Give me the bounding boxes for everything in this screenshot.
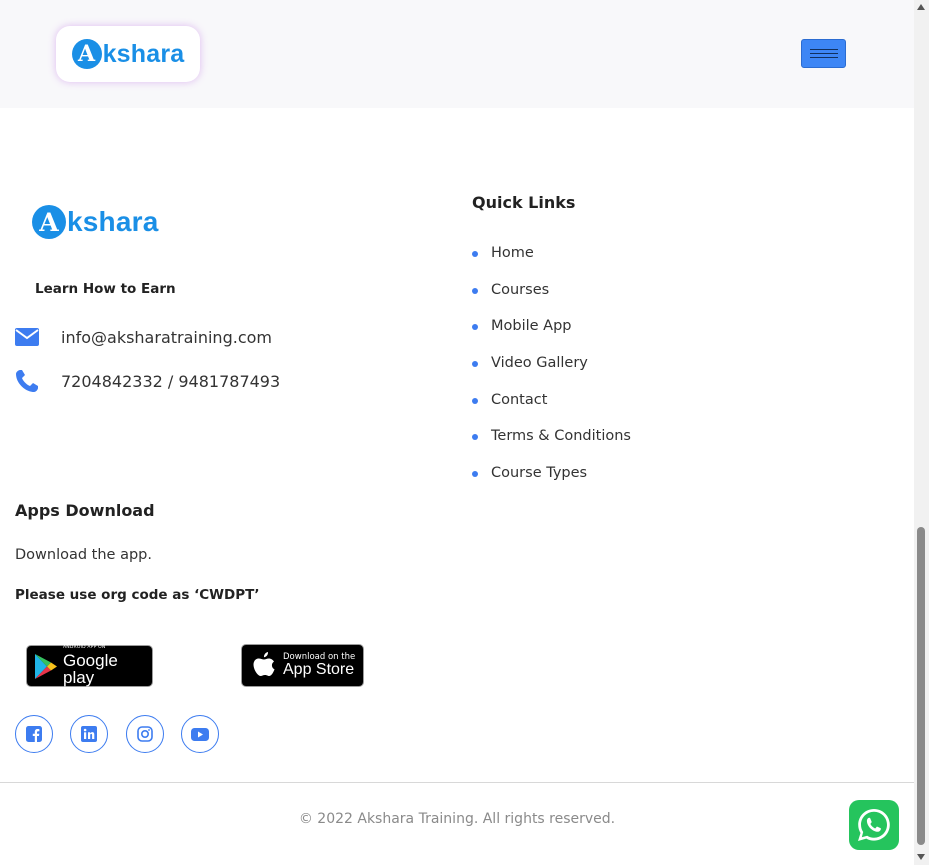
site-header: A kshara: [0, 0, 914, 108]
apps-download-description: Download the app.: [15, 547, 152, 563]
org-code-note: Please use org code as ‘CWDPT’: [15, 587, 260, 603]
phone-row: 7204842332 / 9481787493: [15, 369, 280, 393]
contact-email-link[interactable]: info@aksharatraining.com: [61, 328, 272, 347]
instagram-button[interactable]: [126, 715, 164, 753]
google-play-small-text: ANDROID APP ON: [63, 644, 106, 650]
google-play-icon: [34, 653, 58, 680]
envelope-icon: [15, 325, 39, 349]
quick-link-item[interactable]: Terms & Conditions: [472, 421, 631, 458]
quick-link-item[interactable]: Video Gallery: [472, 348, 631, 385]
google-play-button[interactable]: ANDROID APP ON Google play: [26, 645, 153, 687]
bullet-icon: [472, 324, 478, 331]
hamburger-menu-button[interactable]: [801, 39, 846, 68]
footer-divider: [0, 782, 914, 783]
footer-logo[interactable]: A kshara: [32, 205, 159, 239]
page-scrollbar[interactable]: [914, 0, 929, 865]
apple-icon: [252, 651, 276, 680]
youtube-icon: [191, 727, 209, 741]
linkedin-icon: [81, 726, 97, 742]
logo-letter: A: [32, 205, 66, 239]
scroll-down-arrow-icon[interactable]: [917, 854, 925, 860]
apps-download-title: Apps Download: [15, 501, 155, 520]
whatsapp-icon: [855, 806, 893, 844]
contact-phone-link[interactable]: 7204842332 / 9481787493: [61, 372, 280, 391]
scroll-up-arrow-icon[interactable]: [917, 4, 925, 10]
email-row: info@aksharatraining.com: [15, 325, 272, 349]
logo-text: kshara: [67, 206, 159, 237]
youtube-button[interactable]: [181, 715, 219, 753]
quick-link-item[interactable]: Home: [472, 238, 631, 275]
linkedin-button[interactable]: [70, 715, 108, 753]
bullet-icon: [472, 397, 478, 404]
quick-link-item[interactable]: Course Types: [472, 458, 631, 495]
app-store-big-text: App Store: [283, 661, 355, 679]
quick-link-item[interactable]: Contact: [472, 384, 631, 421]
app-store-button[interactable]: Download on the App Store: [241, 644, 364, 687]
google-play-big-text: Google play: [63, 651, 118, 688]
app-store-small-text: Download on the: [283, 651, 356, 662]
scrollbar-thumb[interactable]: [917, 527, 925, 845]
phone-icon: [15, 369, 39, 393]
quick-link-item[interactable]: Mobile App: [472, 311, 631, 348]
bullet-icon: [472, 251, 478, 258]
header-logo[interactable]: A kshara: [56, 26, 200, 82]
facebook-button[interactable]: [15, 715, 53, 753]
quick-links-title: Quick Links: [472, 193, 576, 212]
logo-letter: A: [71, 39, 102, 69]
copyright-text: © 2022 Akshara Training. All rights rese…: [298, 811, 616, 827]
quick-links-list: Home Courses Mobile App Video Gallery Co…: [472, 238, 631, 494]
instagram-icon: [137, 726, 153, 742]
facebook-icon: [26, 726, 42, 742]
whatsapp-chat-button[interactable]: [849, 800, 899, 850]
quick-link-item[interactable]: Courses: [472, 275, 631, 312]
tagline: Learn How to Earn: [35, 281, 176, 297]
bullet-icon: [472, 287, 478, 294]
logo-text: kshara: [102, 39, 185, 68]
hamburger-menu-icon: [809, 49, 838, 50]
bullet-icon: [472, 361, 478, 368]
bullet-icon: [472, 470, 478, 477]
bullet-icon: [472, 434, 478, 441]
